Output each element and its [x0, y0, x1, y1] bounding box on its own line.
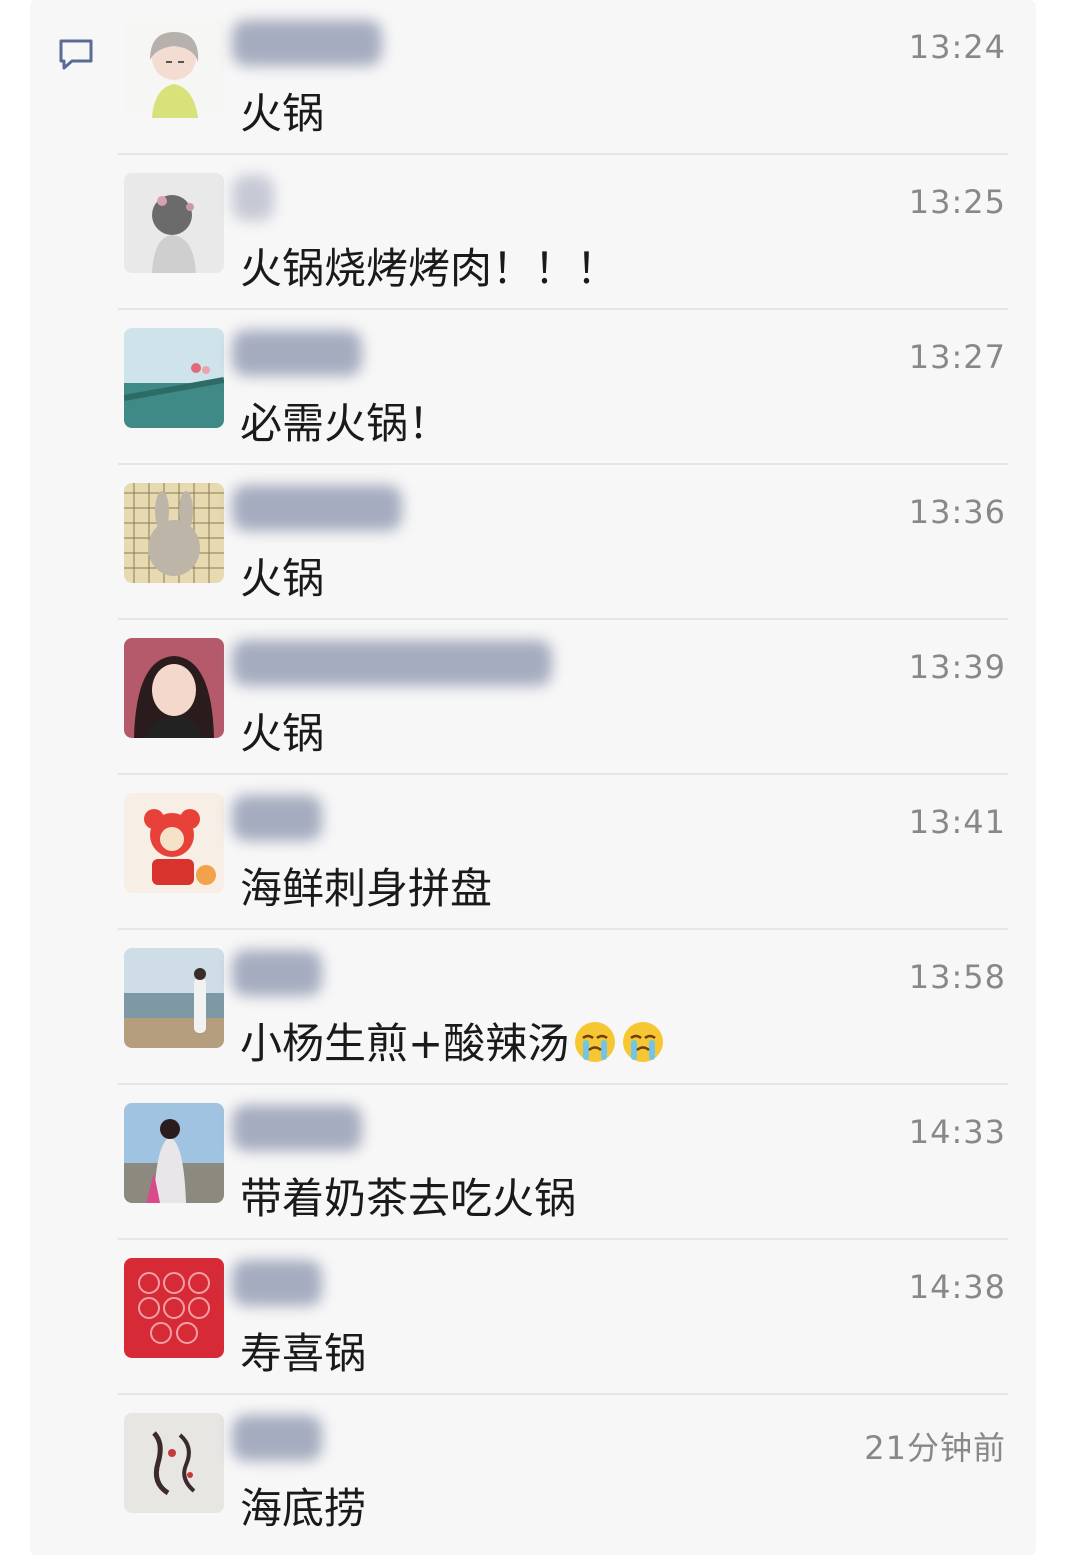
blurred-username	[232, 485, 402, 531]
comment-text: 火锅烧烤烤肉！！！	[240, 244, 619, 293]
avatar[interactable]	[124, 1103, 224, 1203]
comment-text: 海鲜刺身拼盘	[240, 864, 493, 913]
blurred-username	[232, 795, 322, 841]
avatar-image	[124, 793, 224, 893]
avatar[interactable]	[124, 18, 224, 118]
blurred-username	[232, 1415, 322, 1461]
comment-time: 13:25	[908, 183, 1006, 221]
blurred-username	[232, 1260, 322, 1306]
crying-face-icon	[575, 1022, 616, 1062]
comment-time: 13:27	[908, 338, 1006, 376]
avatar-image	[124, 483, 224, 583]
avatar[interactable]	[124, 328, 224, 428]
comment-item[interactable]: 14:33 带着奶茶去吃火锅	[0, 1085, 1080, 1240]
avatar[interactable]	[124, 793, 224, 893]
avatar-image	[124, 173, 224, 273]
comment-text-value: 小杨生煎+酸辣汤	[240, 1019, 570, 1068]
avatar-image	[124, 1413, 224, 1513]
comment-text: 海底捞	[240, 1484, 367, 1533]
comment-time: 13:39	[908, 648, 1006, 686]
avatar-image	[124, 638, 224, 738]
comment-time: 13:24	[908, 28, 1006, 66]
avatar-image	[124, 1103, 224, 1203]
comment-time: 14:33	[908, 1113, 1006, 1151]
blurred-username	[232, 20, 382, 66]
comment-text: 火锅	[240, 554, 325, 603]
avatar[interactable]	[124, 948, 224, 1048]
comment-text: 火锅	[240, 709, 325, 758]
comment-item[interactable]: 14:38 寿喜锅	[0, 1240, 1080, 1395]
avatar-image	[124, 1258, 224, 1358]
comment-item[interactable]: 21分钟前 海底捞	[0, 1395, 1080, 1550]
comment-time: 13:41	[908, 803, 1006, 841]
avatar[interactable]	[124, 1258, 224, 1358]
blurred-username	[232, 950, 322, 996]
comment-item[interactable]: 13:24 火锅	[0, 0, 1080, 155]
comment-item[interactable]: 13:41 海鲜刺身拼盘	[0, 775, 1080, 930]
comment-text: 寿喜锅	[240, 1329, 367, 1378]
comment-item[interactable]: 13:58 小杨生煎+酸辣汤	[0, 930, 1080, 1085]
comment-text: 火锅	[240, 89, 325, 138]
avatar-image	[124, 18, 224, 118]
comment-item[interactable]: 13:39 火锅	[0, 620, 1080, 775]
crying-face-icon	[623, 1022, 664, 1062]
avatar-image	[124, 948, 224, 1048]
comment-text: 必需火锅！	[240, 399, 451, 448]
comment-time: 13:58	[908, 958, 1006, 996]
comment-text: 带着奶茶去吃火锅	[240, 1174, 577, 1223]
blurred-username	[232, 640, 552, 686]
avatar[interactable]	[124, 173, 224, 273]
avatar[interactable]	[124, 638, 224, 738]
blurred-username	[232, 1105, 362, 1151]
comment-time: 21分钟前	[864, 1429, 1006, 1467]
blurred-username	[232, 175, 274, 221]
comment-time: 13:36	[908, 493, 1006, 531]
comment-text: 小杨生煎+酸辣汤	[240, 1010, 665, 1071]
comment-time: 14:38	[908, 1268, 1006, 1306]
blurred-username	[232, 330, 362, 376]
comment-item[interactable]: 13:36 火锅	[0, 465, 1080, 620]
comment-item[interactable]: 13:25 火锅烧烤烤肉！！！	[0, 155, 1080, 310]
comment-item[interactable]: 13:27 必需火锅！	[0, 310, 1080, 465]
avatar-image	[124, 328, 224, 428]
avatar[interactable]	[124, 1413, 224, 1513]
avatar[interactable]	[124, 483, 224, 583]
